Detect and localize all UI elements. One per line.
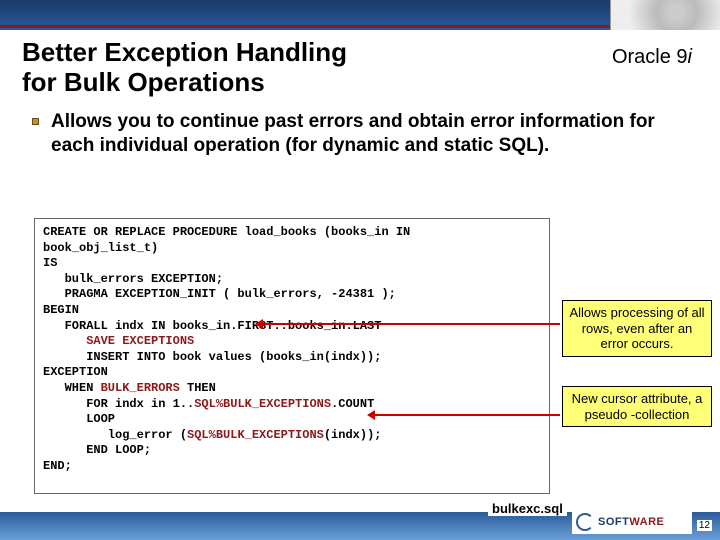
code-l11a: WHEN (43, 381, 101, 395)
decorative-corner-image (610, 0, 720, 30)
code-l11b: BULK_ERRORS (101, 381, 180, 395)
code-l07: FORALL indx IN books_in.FIRST..books_in.… (43, 319, 381, 333)
software-logo: SOFTWARE (572, 510, 692, 534)
code-l12c: .COUNT (331, 397, 374, 411)
code-block: CREATE OR REPLACE PROCEDURE load_books (… (34, 218, 550, 494)
version-tag: Oracle 9i (612, 46, 692, 69)
code-l05: PRAGMA EXCEPTION_INIT ( bulk_errors, -24… (43, 287, 396, 301)
bullet-icon (32, 118, 39, 125)
code-l09: INSERT INTO book values (books_in(indx))… (43, 350, 381, 364)
code-l11c: THEN (180, 381, 216, 395)
logo-text: SOFTWARE (598, 516, 664, 528)
code-l13: LOOP (43, 412, 115, 426)
arrow-icon (258, 323, 560, 325)
callout-processing: Allows processing of all rows, even afte… (562, 300, 712, 357)
logo-swirl-icon (576, 513, 594, 531)
title-line-1: Better Exception Handling (22, 37, 347, 67)
header-band (0, 0, 720, 30)
code-l16: END; (43, 459, 72, 473)
callout-cursor-attr: New cursor attribute, a pseudo -collecti… (562, 386, 712, 427)
logo-text-a: SOFT (598, 516, 629, 528)
code-l04: bulk_errors EXCEPTION; (43, 272, 223, 286)
logo-text-b: WARE (629, 516, 664, 528)
arrow-icon (370, 414, 560, 416)
version-prefix: Oracle 9 (612, 46, 688, 68)
code-l12b: SQL%BULK_EXCEPTIONS (194, 397, 331, 411)
code-l14b: SQL%BULK_EXCEPTIONS (187, 428, 324, 442)
code-l10: EXCEPTION (43, 365, 108, 379)
code-l15: END LOOP; (43, 443, 151, 457)
page-number: 12 (697, 520, 712, 531)
code-l06: BEGIN (43, 303, 79, 317)
filename-label: bulkexc.sql (488, 501, 567, 516)
bullet-text: Allows you to continue past errors and o… (51, 110, 690, 158)
code-l01: CREATE OR REPLACE PROCEDURE load_books (… (43, 225, 410, 239)
code-l14a: log_error ( (43, 428, 187, 442)
code-l02: book_obj_list_t) (43, 241, 158, 255)
code-l14c: (indx)); (324, 428, 382, 442)
bullet-row: Allows you to continue past errors and o… (0, 98, 720, 168)
code-l08: SAVE EXCEPTIONS (43, 334, 194, 348)
code-l12a: FOR indx in 1.. (43, 397, 194, 411)
code-l03: IS (43, 256, 57, 270)
title-line-2: for Bulk Operations (22, 67, 265, 97)
version-suffix: i (688, 46, 692, 68)
slide-title: Better Exception Handling for Bulk Opera… (0, 30, 420, 98)
